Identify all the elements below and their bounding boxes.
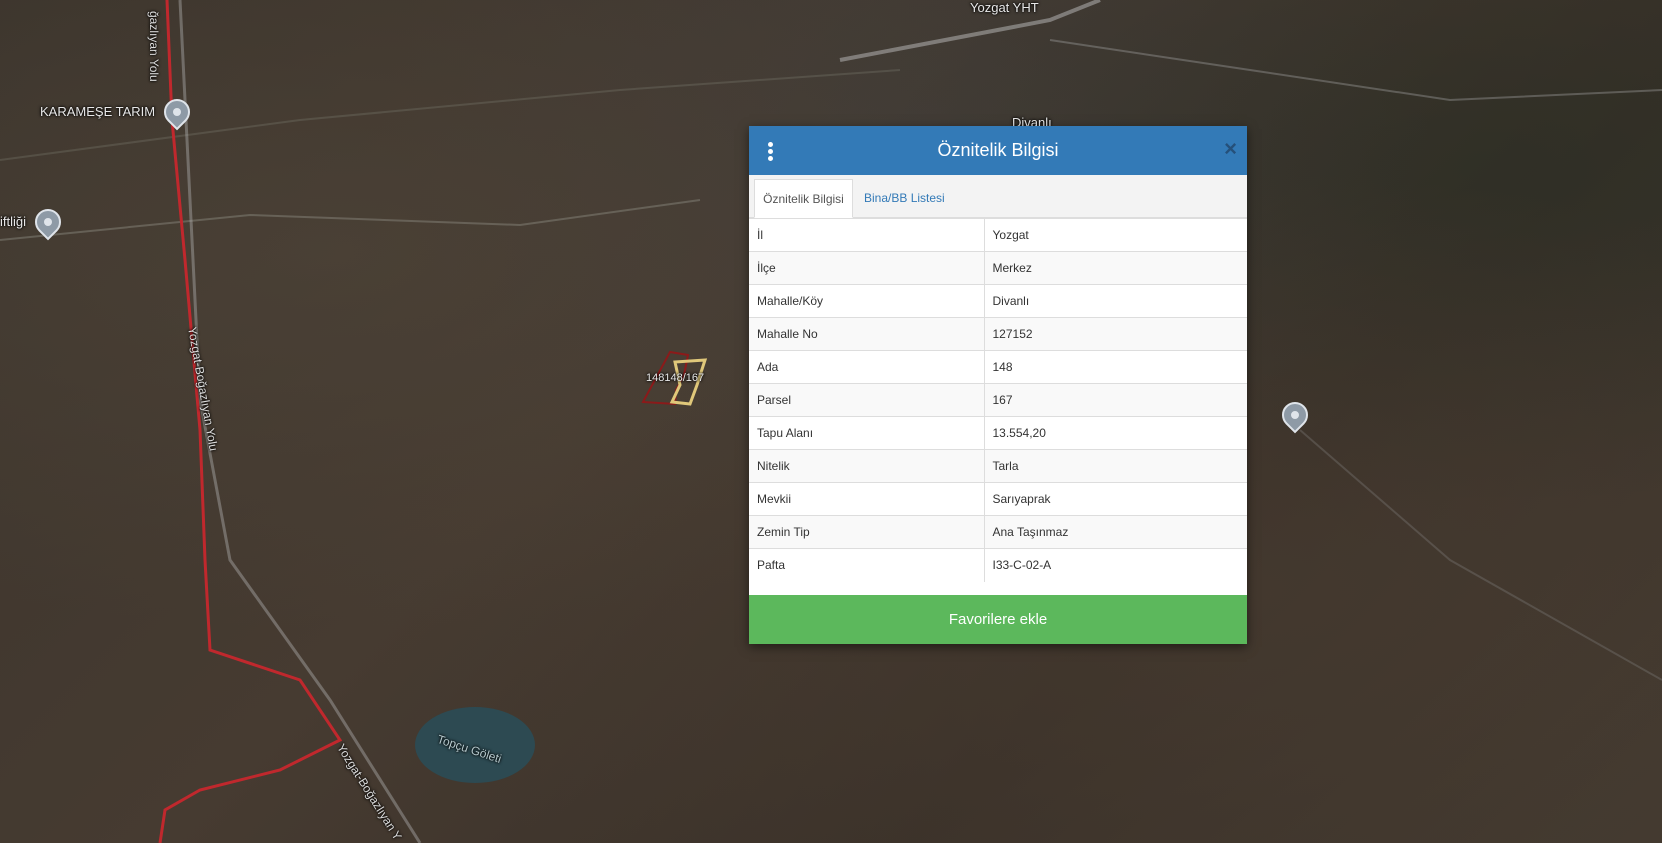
table-row: Parsel 167 bbox=[749, 383, 1247, 417]
attribute-value: Sarıyaprak bbox=[984, 482, 1247, 516]
map-label-karamese: KARAMEŞE TARIM bbox=[40, 104, 156, 119]
table-row: İl Yozgat bbox=[749, 218, 1247, 252]
attribute-value: Merkez bbox=[984, 251, 1247, 285]
attribute-key: Mevkii bbox=[749, 482, 985, 516]
attribute-key: Ada bbox=[749, 350, 985, 384]
attribute-key: Nitelik bbox=[749, 449, 985, 483]
attribute-value: Tarla bbox=[984, 449, 1247, 483]
attribute-key: Tapu Alanı bbox=[749, 416, 985, 450]
add-to-favorites-button[interactable]: Favorilere ekle bbox=[749, 595, 1247, 644]
table-row: Mevkii Sarıyaprak bbox=[749, 482, 1247, 516]
table-row: Ada 148 bbox=[749, 350, 1247, 384]
attribute-key: İlçe bbox=[749, 251, 985, 285]
modal-title: Öznitelik Bilgisi bbox=[937, 140, 1059, 160]
close-icon[interactable]: × bbox=[1224, 138, 1237, 160]
attribute-value: I33-C-02-A bbox=[984, 548, 1247, 582]
parcel-label: 148148/167 bbox=[646, 372, 705, 384]
tab-attribute-info[interactable]: Öznitelik Bilgisi bbox=[754, 179, 853, 218]
attribute-value: 13.554,20 bbox=[984, 416, 1247, 450]
map-label-yozgat-yht: Yozgat YHT bbox=[970, 0, 1039, 15]
table-row: Zemin Tip Ana Taşınmaz bbox=[749, 515, 1247, 549]
attribute-key: Zemin Tip bbox=[749, 515, 985, 549]
map-road-gray bbox=[0, 199, 701, 241]
attribute-key: Mahalle/Köy bbox=[749, 284, 985, 318]
table-row: İlçe Merkez bbox=[749, 251, 1247, 285]
attribute-key: Pafta bbox=[749, 548, 985, 582]
attribute-value: 148 bbox=[984, 350, 1247, 384]
map-road-gray bbox=[1049, 39, 1662, 102]
attribute-value: Ana Taşınmaz bbox=[984, 515, 1247, 549]
attribute-info-modal: Öznitelik Bilgisi × Öznitelik Bilgisi Bi… bbox=[749, 126, 1247, 644]
attribute-table: İl Yozgat İlçe Merkez Mahalle/Köy Divanlı Maha… bbox=[749, 218, 1247, 582]
attribute-value: Yozgat bbox=[984, 218, 1247, 252]
attribute-value: 127152 bbox=[984, 317, 1247, 351]
map-road-gray bbox=[178, 0, 422, 843]
table-row: Mahalle No 127152 bbox=[749, 317, 1247, 351]
attribute-key: İl bbox=[749, 218, 985, 252]
table-row: Tapu Alanı 13.554,20 bbox=[749, 416, 1247, 450]
attribute-key: Mahalle No bbox=[749, 317, 985, 351]
road-label-top: ğazlıyan Yolu bbox=[147, 11, 161, 82]
attribute-key: Parsel bbox=[749, 383, 985, 417]
modal-header: Öznitelik Bilgisi × bbox=[749, 126, 1247, 175]
table-row: Nitelik Tarla bbox=[749, 449, 1247, 483]
attribute-value: Divanlı bbox=[984, 284, 1247, 318]
map-road-gray bbox=[1299, 429, 1662, 681]
modal-tabs: Öznitelik Bilgisi Bina/BB Listesi bbox=[749, 175, 1247, 218]
map-label-ciftligi: iftliği bbox=[0, 214, 27, 229]
tab-building-list[interactable]: Bina/BB Listesi bbox=[855, 179, 954, 217]
attribute-value: 167 bbox=[984, 383, 1247, 417]
table-row: Pafta I33-C-02-A bbox=[749, 548, 1247, 582]
table-row: Mahalle/Köy Divanlı bbox=[749, 284, 1247, 318]
